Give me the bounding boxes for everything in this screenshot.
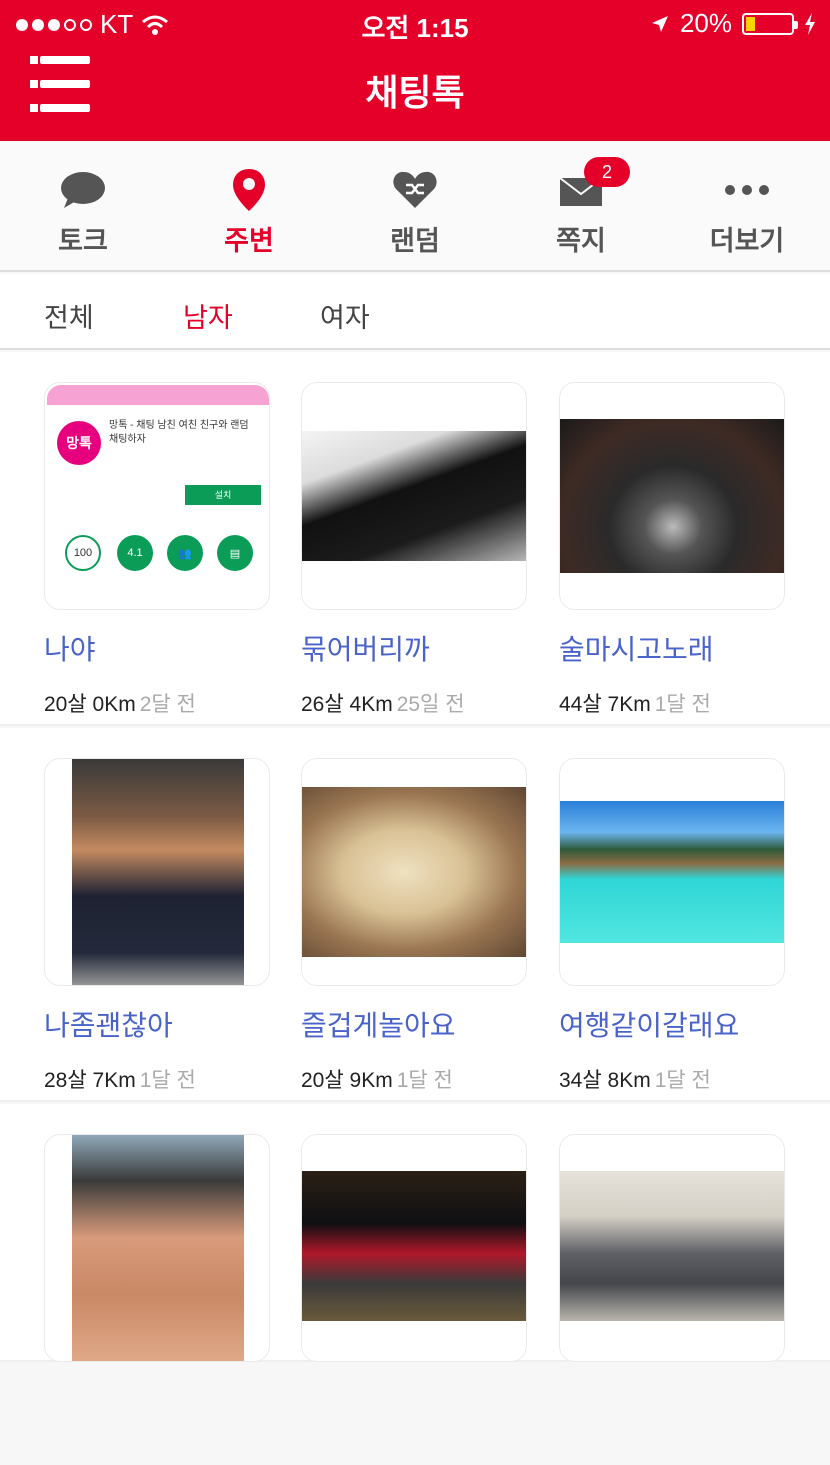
top-bar: KT 오전 1:15 20% 채팅톡 — [0, 0, 830, 141]
user-age-distance: 34살 8Km — [559, 1069, 651, 1092]
battery-icon — [742, 12, 798, 35]
user-meta: 44살 7Km 1달 전 — [559, 688, 785, 718]
user-card[interactable]: 술마시고노래 44살 7Km 1달 전 — [559, 382, 785, 718]
user-card[interactable] — [44, 1134, 270, 1362]
user-card[interactable]: 망톡 망톡 - 채팅 남친 여친 친구와 랜덤채팅하자 설치 100 4.1 👥… — [44, 382, 270, 718]
filter-male[interactable]: 남자 — [183, 296, 233, 335]
user-card[interactable]: 여행같이갈래요 34살 8Km 1달 전 — [559, 758, 785, 1094]
night-cars-image — [302, 1171, 526, 1321]
user-age-distance: 28살 7Km — [44, 1069, 136, 1092]
user-photo[interactable] — [559, 1134, 785, 1362]
page-title: 채팅톡 — [365, 72, 465, 113]
user-meta: 20살 9Km 1달 전 — [301, 1064, 527, 1094]
people-icon: 👥 — [167, 535, 203, 571]
downloads-badge: 100 — [65, 535, 101, 571]
last-seen: 2달 전 — [139, 693, 196, 716]
location-pin-icon — [224, 165, 274, 215]
user-age-distance: 44살 7Km — [559, 693, 651, 716]
garage-car-image — [560, 419, 784, 573]
filter-all[interactable]: 전체 — [44, 296, 94, 335]
location-arrow-icon — [651, 15, 668, 32]
battery-area: 20% — [650, 8, 816, 39]
unread-badge: 2 — [584, 157, 630, 187]
user-name[interactable]: 여행같이갈래요 — [559, 1004, 785, 1044]
main-tab-bar: 토크 주변 랜덤 쪽지 2 더보기 — [0, 141, 830, 272]
tab-nearby-label: 주변 — [224, 226, 274, 256]
user-card[interactable]: 즐겁게놀아요 20살 9Km 1달 전 — [301, 758, 527, 1094]
grid-row — [0, 1104, 830, 1362]
app-screenshot-image: 망톡 망톡 - 채팅 남친 여친 친구와 랜덤채팅하자 설치 100 4.1 👥… — [47, 385, 269, 607]
user-age-distance: 20살 0Km — [44, 693, 136, 716]
user-photo[interactable] — [301, 382, 527, 610]
user-age-distance: 20살 9Km — [301, 1069, 393, 1092]
last-seen: 1달 전 — [396, 1069, 453, 1092]
user-card[interactable]: 묶어버리까 26살 4Km 25일 전 — [301, 382, 527, 718]
user-name[interactable]: 나좀괜찮아 — [44, 1004, 270, 1044]
more-dots-icon — [722, 165, 772, 215]
book-icon: ▤ — [217, 535, 253, 571]
gender-filter: 전체 남자 여자 — [0, 274, 830, 350]
user-name[interactable]: 묶어버리까 — [301, 628, 527, 668]
app-title-text: 망톡 - 채팅 남친 여친 친구와 랜덤채팅하자 — [109, 420, 249, 445]
last-seen: 1달 전 — [139, 1069, 196, 1092]
user-age-distance: 26살 4Km — [301, 693, 393, 716]
tab-talk-label: 토크 — [58, 226, 108, 256]
user-card[interactable]: 나좀괜찮아 28살 7Km 1달 전 — [44, 758, 270, 1094]
user-meta: 20살 0Km 2달 전 — [44, 688, 270, 718]
tab-random-label: 랜덤 — [390, 226, 440, 256]
tab-nearby[interactable]: 주변 — [166, 141, 332, 270]
user-card[interactable] — [559, 1134, 785, 1362]
last-seen: 25일 전 — [396, 693, 465, 716]
chat-bubble-icon — [58, 165, 108, 215]
tab-messages[interactable]: 쪽지 2 — [498, 141, 664, 270]
charging-icon — [805, 12, 815, 35]
dog-photo-image — [302, 787, 526, 957]
filter-female[interactable]: 여자 — [320, 296, 370, 335]
user-name[interactable]: 술마시고노래 — [559, 628, 785, 668]
user-name[interactable]: 즐겁게놀아요 — [301, 1004, 527, 1044]
rating-badge: 4.1 — [117, 535, 153, 571]
tab-more-label: 더보기 — [709, 226, 785, 256]
car-photo-image — [302, 431, 526, 561]
user-photo[interactable] — [301, 1134, 527, 1362]
battery-percent: 20% — [679, 8, 732, 38]
tab-more[interactable]: 더보기 — [664, 141, 830, 270]
app-logo: 망톡 — [57, 421, 101, 465]
beach-photo-image — [560, 801, 784, 943]
user-card[interactable] — [301, 1134, 527, 1362]
user-photo[interactable] — [559, 758, 785, 986]
user-photo[interactable] — [559, 382, 785, 610]
tab-random[interactable]: 랜덤 — [332, 141, 498, 270]
grey-car-image — [560, 1171, 784, 1321]
user-photo[interactable] — [44, 758, 270, 986]
last-seen: 1달 전 — [654, 1069, 711, 1092]
shuffle-heart-icon — [390, 165, 440, 215]
user-photo[interactable]: 망톡 망톡 - 채팅 남친 여친 친구와 랜덤채팅하자 설치 100 4.1 👥… — [44, 382, 270, 610]
status-bar: KT 오전 1:15 20% — [0, 0, 830, 46]
user-photo[interactable] — [301, 758, 527, 986]
install-label: 설치 — [185, 485, 261, 505]
user-meta: 34살 8Km 1달 전 — [559, 1064, 785, 1094]
last-seen: 1달 전 — [654, 693, 711, 716]
user-photo[interactable] — [44, 1134, 270, 1362]
tab-talk[interactable]: 토크 — [0, 141, 166, 270]
gym-selfie-image — [72, 759, 244, 985]
tab-messages-label: 쪽지 — [556, 226, 606, 256]
user-meta: 28살 7Km 1달 전 — [44, 1064, 270, 1094]
sunglasses-selfie-image — [72, 1135, 244, 1361]
grid-row: 나좀괜찮아 28살 7Km 1달 전 즐겁게놀아요 20살 9Km 1달 전 여행같… — [0, 728, 830, 1102]
user-meta: 26살 4Km 25일 전 — [301, 688, 527, 718]
grid-row: 망톡 망톡 - 채팅 남친 여친 친구와 랜덤채팅하자 설치 100 4.1 👥… — [0, 352, 830, 726]
user-name[interactable]: 나야 — [44, 628, 270, 668]
